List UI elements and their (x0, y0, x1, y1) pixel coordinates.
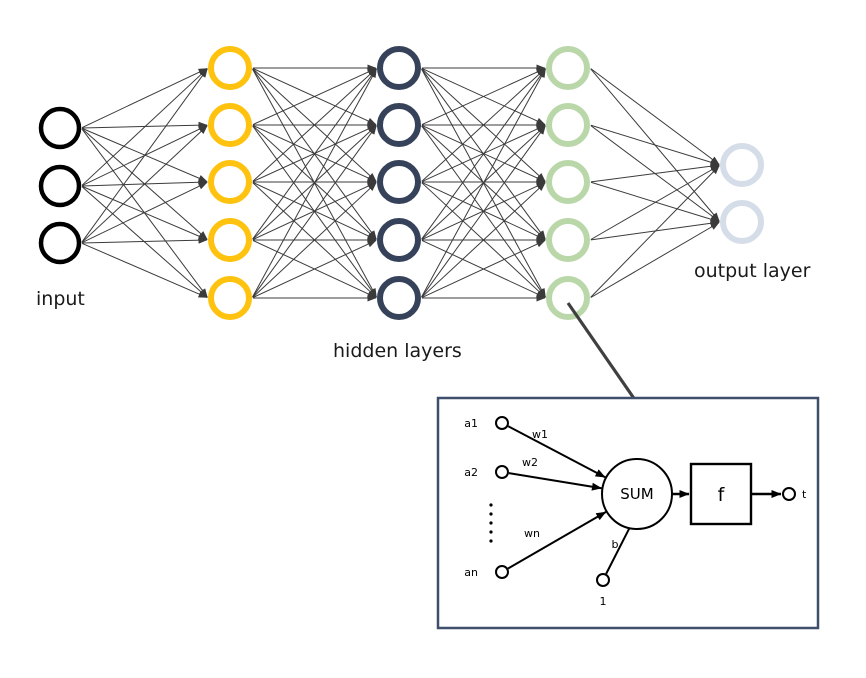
neuron-hidden-1-3 (208, 160, 252, 204)
neuron-input-3 (38, 221, 82, 265)
neuron-hidden-2-3 (377, 160, 421, 204)
neuron-hidden-2-1 (377, 46, 421, 90)
neuron-hidden-3-3 (546, 160, 590, 204)
network-edge (81, 68, 208, 186)
network-edge (81, 125, 208, 243)
inset-weight-label-wn: wn (524, 527, 540, 540)
network-edge (590, 162, 720, 183)
inset-bias-weight-label: b (612, 538, 619, 551)
inset-input-node-an (495, 565, 509, 579)
inset-bias-node (596, 573, 610, 587)
network-edge (590, 68, 720, 165)
output-layer-label: output layer (694, 260, 811, 282)
neuron-hidden-1-2 (208, 103, 252, 147)
input-layer-label: input (36, 288, 85, 310)
inset-weight-label-w1: w1 (532, 428, 548, 441)
neuron-output-1 (720, 143, 764, 187)
inset-output-node (782, 487, 796, 501)
network-edge (81, 181, 208, 244)
inset-input-node-a1 (495, 416, 509, 430)
neuron-hidden-3-4 (546, 218, 590, 262)
neuron-hidden-2-2 (377, 103, 421, 147)
inset-ellipsis-dot (489, 539, 493, 543)
inset-input-label-a2: a2 (464, 466, 478, 479)
inset-weight-label-w2: w2 (522, 456, 538, 469)
inset-ellipsis-dot (489, 503, 493, 507)
neural-network-figure: input hidden layers output layer a1 w1 a2 w… (0, 0, 866, 678)
inset-input-label-an: an (464, 566, 478, 579)
neuron-hidden-3-5 (546, 276, 590, 320)
inset-ellipsis-dot (489, 521, 493, 525)
neuron-hidden-3-1 (546, 46, 590, 90)
neuron-hidden-1-5 (208, 276, 252, 320)
inset-sum-label: SUM (620, 485, 653, 503)
network-edge (590, 124, 720, 166)
inset-ellipsis-dot (489, 512, 493, 516)
network-nodes (38, 46, 764, 320)
inset-bias-label: 1 (600, 595, 607, 608)
neuron-hidden-1-4 (208, 218, 252, 262)
network-edge (81, 67, 208, 129)
neuron-input-1 (38, 106, 82, 150)
hidden-layers-label: hidden layers (333, 340, 462, 362)
network-canvas: input hidden layers output layer a1 w1 a2 w… (36, 46, 820, 630)
inset-input-label-a1: a1 (464, 417, 478, 430)
neuron-hidden-2-5 (377, 276, 421, 320)
neuron-hidden-1-1 (208, 46, 252, 90)
neuron-output-2 (720, 200, 764, 244)
neuron-input-2 (38, 164, 82, 208)
perceptron-inset: a1w1a2w2anwn1bSUM f t (436, 396, 820, 630)
inset-output-label: t (802, 488, 807, 501)
network-edge (81, 68, 208, 243)
neuron-hidden-2-4 (377, 218, 421, 262)
network-edge (81, 242, 208, 299)
neuron-hidden-3-2 (546, 103, 590, 147)
inset-ellipsis-dot (489, 530, 493, 534)
inset-input-node-a2 (495, 465, 509, 479)
network-edge (590, 165, 720, 240)
